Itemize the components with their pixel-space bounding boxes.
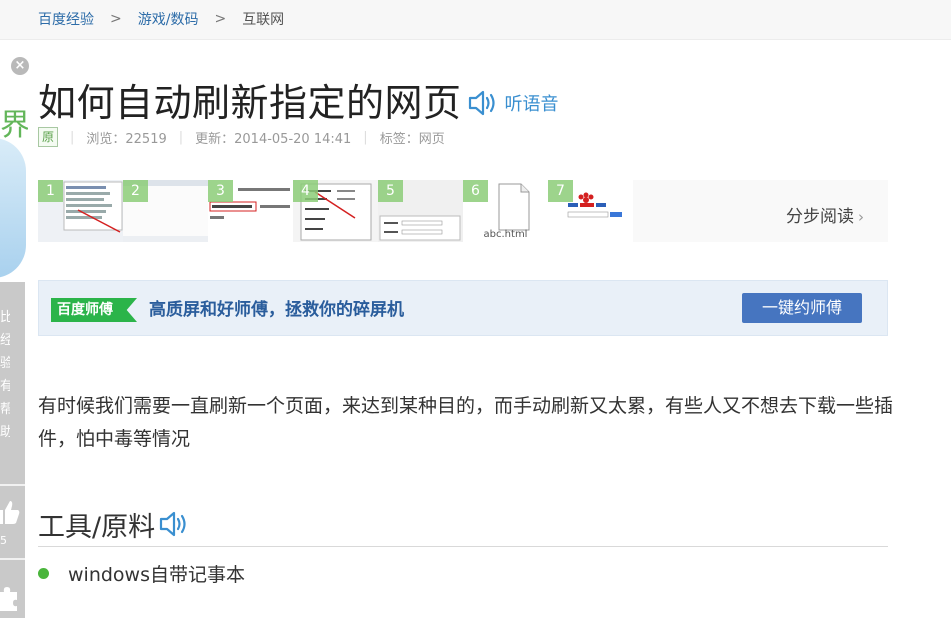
side-divider bbox=[0, 484, 25, 486]
original-badge: 原 bbox=[38, 127, 58, 147]
article-intro: 有时候我们需要一直刷新一个页面，来达到某种目的，而手动刷新又太累，有些人又不想去… bbox=[38, 395, 894, 450]
step-thumbnail[interactable]: 5 bbox=[378, 180, 463, 242]
step-thumbnail[interactable]: 3 bbox=[208, 180, 293, 242]
step-thumbnail[interactable]: 2 bbox=[123, 180, 208, 242]
listen-button[interactable]: 听语音 bbox=[468, 90, 559, 116]
view-count: 浏览：22519 bbox=[86, 131, 167, 147]
tools-heading: 工具/原料 bbox=[38, 511, 156, 543]
step-by-step-read-label: 分步阅读 bbox=[786, 207, 854, 227]
step-thumbnail[interactable]: 4 bbox=[293, 180, 378, 242]
speaker-icon bbox=[468, 90, 495, 116]
side-promo-shape bbox=[0, 138, 26, 278]
article-tags[interactable]: 标签：网页 bbox=[380, 128, 445, 147]
step-number: 7 bbox=[548, 180, 573, 202]
step-number: 3 bbox=[208, 180, 233, 202]
step-thumbnail-strip: 1 2 3 4 5 6 abc.html 7 分步阅读 › bbox=[38, 180, 888, 242]
update-time: 更新：2014-05-20 14:41 bbox=[195, 131, 352, 147]
tool-name: windows自带记事本 bbox=[68, 563, 245, 586]
promo-badge: 百度师傅 bbox=[51, 298, 137, 322]
side-divider bbox=[0, 558, 25, 560]
step-by-step-read-link[interactable]: 分步阅读 › bbox=[786, 202, 864, 227]
step-thumbnail[interactable]: 1 bbox=[38, 180, 123, 242]
chevron-right-icon: › bbox=[858, 208, 864, 226]
bullet-icon bbox=[38, 567, 49, 579]
listen-label: 听语音 bbox=[504, 94, 559, 115]
article-meta: 原 | 浏览：22519 | 更新：2014-05-20 14:41 | 标签：… bbox=[38, 127, 445, 147]
article-title: 如何自动刷新指定的网页 bbox=[38, 80, 462, 125]
step-number: 5 bbox=[378, 180, 403, 202]
side-feedback-text: 比经验有帮助？ bbox=[0, 310, 10, 440]
breadcrumb-home[interactable]: 百度经验 bbox=[38, 9, 94, 29]
promo-banner[interactable]: 百度师傅 高质屏和好师傅，拯救你的碎屏机 一键约师傅 bbox=[38, 280, 888, 336]
meta-divider: | bbox=[178, 129, 184, 145]
article-title-row: 如何自动刷新指定的网页 听语音 bbox=[38, 74, 559, 125]
meta-divider: | bbox=[70, 129, 75, 145]
step-thumbnail[interactable]: 6 abc.html bbox=[463, 180, 548, 242]
breadcrumb-category[interactable]: 游戏/数码 bbox=[138, 9, 199, 29]
side-feedback-panel: 比经验有帮助？ 5 bbox=[0, 282, 25, 618]
breadcrumb-subcategory[interactable]: 互联网 bbox=[242, 9, 284, 29]
close-icon[interactable]: × bbox=[11, 57, 29, 75]
step-caption: abc.html bbox=[483, 229, 528, 240]
thumbs-up-icon[interactable] bbox=[0, 498, 20, 526]
side-promo-text: 界 bbox=[0, 108, 28, 143]
step-number: 6 bbox=[463, 180, 488, 202]
tools-heading-row: 工具/原料 bbox=[38, 504, 194, 544]
step-thumbnail[interactable]: 7 bbox=[548, 180, 633, 242]
like-count: 5 bbox=[0, 534, 7, 547]
step-number: 4 bbox=[293, 180, 318, 202]
list-item: windows自带记事本 bbox=[38, 560, 245, 586]
promo-slogan: 高质屏和好师傅，拯救你的碎屏机 bbox=[149, 300, 404, 320]
breadcrumb-separator: > bbox=[110, 11, 122, 27]
step-number: 1 bbox=[38, 180, 63, 202]
breadcrumb: 百度经验 > 游戏/数码 > 互联网 bbox=[38, 0, 284, 38]
top-bar: 百度经验 > 游戏/数码 > 互联网 bbox=[0, 0, 951, 40]
speaker-icon[interactable] bbox=[158, 511, 194, 537]
side-promo-image[interactable]: 界 bbox=[0, 78, 28, 280]
breadcrumb-separator: > bbox=[214, 11, 227, 27]
step-number: 2 bbox=[123, 180, 148, 202]
book-repair-button[interactable]: 一键约师傅 bbox=[742, 293, 862, 323]
section-divider bbox=[38, 546, 888, 547]
share-icon[interactable] bbox=[0, 584, 20, 612]
meta-divider: | bbox=[363, 129, 368, 145]
